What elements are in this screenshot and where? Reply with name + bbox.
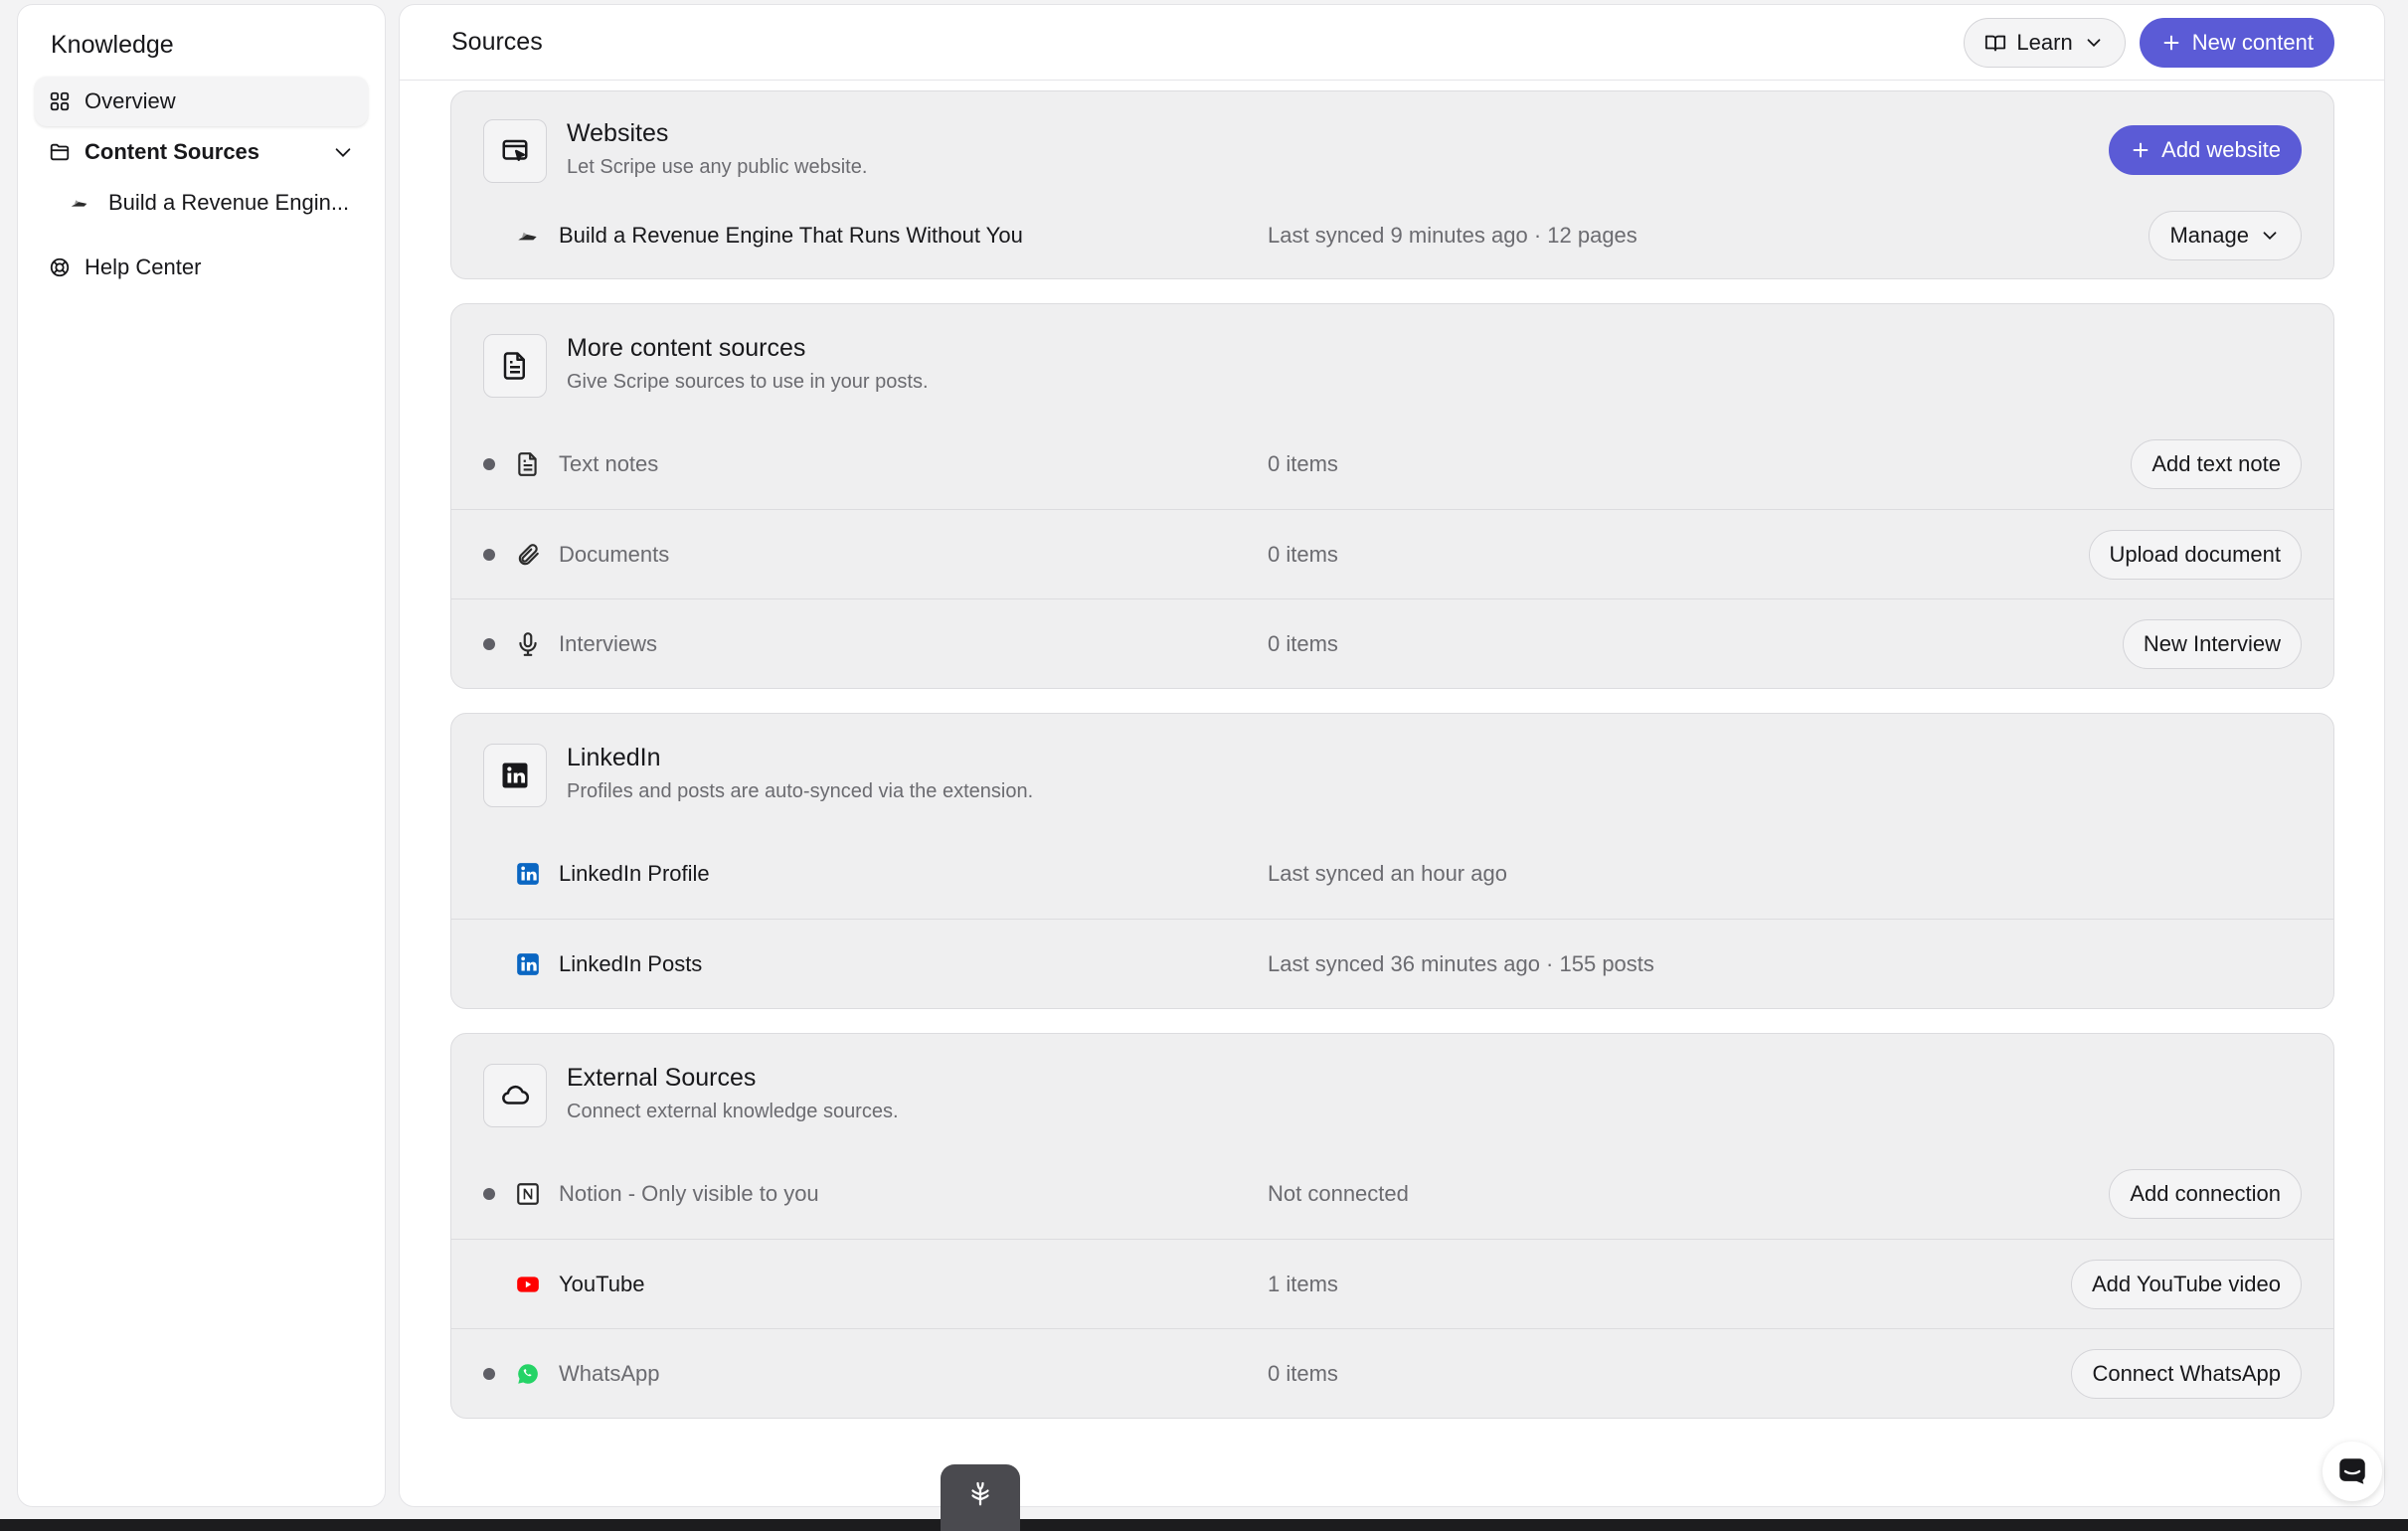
plus-icon xyxy=(2130,139,2151,161)
source-name: Documents xyxy=(559,541,670,567)
add-youtube-video-button[interactable]: Add YouTube video xyxy=(2070,1259,2302,1309)
sidebar-item-label: Overview xyxy=(85,88,176,113)
chevron-down-icon xyxy=(2259,225,2281,247)
microphone-icon xyxy=(515,631,541,657)
status-dot xyxy=(483,458,495,470)
site-favicon-icon xyxy=(515,223,541,249)
text-note-icon xyxy=(515,451,541,477)
app-window: Knowledge Overview Content Sources Build… xyxy=(0,0,2408,1531)
youtube-icon xyxy=(515,1272,541,1297)
document-icon xyxy=(483,334,547,398)
source-name: LinkedIn Posts xyxy=(559,950,703,976)
sidebar-title: Knowledge xyxy=(51,31,174,59)
list-item[interactable]: LinkedIn Profile Last synced an hour ago xyxy=(451,829,2333,919)
page-header: Sources Learn New content xyxy=(400,5,2384,81)
linkedin-card: LinkedIn Profiles and posts are auto-syn… xyxy=(450,713,2334,1009)
card-description: Give Scripe sources to use in your posts… xyxy=(567,371,929,393)
sidebar-item-label: Help Center xyxy=(85,255,202,279)
status-dot xyxy=(483,548,495,561)
notion-icon xyxy=(515,1181,541,1207)
wheat-logo-icon xyxy=(965,1478,995,1508)
cloud-icon xyxy=(483,1064,547,1127)
new-content-button[interactable]: New content xyxy=(2139,17,2334,68)
card-title: LinkedIn xyxy=(567,744,661,771)
source-name: Build a Revenue Engine That Runs Without… xyxy=(559,223,1023,248)
main-panel: Sources Learn New content Websites Let S… xyxy=(399,4,2385,1507)
source-meta: Last synced 9 minutes ago · 12 pages xyxy=(1268,223,1637,248)
linkedin-icon xyxy=(483,744,547,807)
sidebar-item-label: Build a Revenue Engin... xyxy=(108,190,350,215)
connect-whatsapp-button[interactable]: Connect WhatsApp xyxy=(2071,1348,2302,1399)
source-meta: 0 items xyxy=(1268,1360,1338,1386)
learn-label: Learn xyxy=(2016,29,2073,55)
source-meta: Last synced an hour ago xyxy=(1268,861,1507,886)
linkedin-icon xyxy=(515,861,541,887)
list-item[interactable]: WhatsApp 0 items Connect WhatsApp xyxy=(451,1328,2333,1418)
sources-content: Websites Let Scripe use any public websi… xyxy=(400,81,2384,1419)
source-meta: 0 items xyxy=(1268,541,1338,567)
upload-document-button[interactable]: Upload document xyxy=(2088,529,2302,580)
chat-launcher-button[interactable] xyxy=(2322,1442,2382,1501)
lifebuoy-icon xyxy=(49,256,71,278)
new-interview-button[interactable]: New Interview xyxy=(2122,618,2302,669)
sidebar-item-label: Content Sources xyxy=(85,139,260,164)
paperclip-icon xyxy=(515,542,541,568)
card-title: External Sources xyxy=(567,1064,757,1092)
status-dot xyxy=(483,1367,495,1380)
source-name: LinkedIn Profile xyxy=(559,861,710,886)
source-meta: 0 items xyxy=(1268,630,1338,656)
more-sources-card: More content sources Give Scripe sources… xyxy=(450,303,2334,689)
card-description: Connect external knowledge sources. xyxy=(567,1101,899,1122)
sidebar-item-content-sources[interactable]: Content Sources xyxy=(35,127,368,177)
list-item[interactable]: Text notes 0 items Add text note xyxy=(451,420,2333,509)
manage-button[interactable]: Manage xyxy=(2149,211,2302,260)
source-name: Text notes xyxy=(559,451,659,476)
status-dot xyxy=(483,637,495,650)
source-name: Interviews xyxy=(559,630,658,656)
dock-toggle-button[interactable] xyxy=(941,1464,1020,1531)
source-name: YouTube xyxy=(559,1271,645,1296)
list-item[interactable]: LinkedIn Posts Last synced 36 minutes ag… xyxy=(451,919,2333,1008)
external-sources-card: External Sources Connect external knowle… xyxy=(450,1033,2334,1419)
card-title: More content sources xyxy=(567,334,806,362)
site-favicon-icon xyxy=(69,192,90,214)
list-item[interactable]: Interviews 0 items New Interview xyxy=(451,598,2333,688)
add-text-note-button[interactable]: Add text note xyxy=(2131,439,2302,489)
grid-icon xyxy=(49,90,71,112)
new-content-label: New content xyxy=(2191,29,2314,55)
add-website-button[interactable]: Add website xyxy=(2109,125,2302,175)
source-meta: 0 items xyxy=(1268,451,1338,476)
add-connection-button[interactable]: Add connection xyxy=(2109,1169,2302,1219)
sidebar-item-website[interactable]: Build a Revenue Engin... xyxy=(35,178,368,228)
sidebar-item-overview[interactable]: Overview xyxy=(35,77,368,126)
source-name: Notion - Only visible to you xyxy=(559,1181,819,1206)
chevron-down-icon xyxy=(2083,32,2105,54)
card-title: Websites xyxy=(567,119,669,147)
source-meta: Not connected xyxy=(1268,1181,1409,1206)
folder-icon xyxy=(49,141,71,163)
browser-icon xyxy=(483,119,547,183)
source-meta: Last synced 36 minutes ago · 155 posts xyxy=(1268,950,1654,976)
page-title: Sources xyxy=(451,28,543,56)
list-item[interactable]: Notion - Only visible to you Not connect… xyxy=(451,1149,2333,1239)
list-item[interactable]: Build a Revenue Engine That Runs Without… xyxy=(451,203,2333,278)
chat-icon xyxy=(2335,1454,2369,1488)
source-name: WhatsApp xyxy=(559,1360,660,1386)
plus-icon xyxy=(2160,32,2182,54)
websites-card: Websites Let Scripe use any public websi… xyxy=(450,90,2334,279)
source-meta: 1 items xyxy=(1268,1271,1338,1296)
sidebar-item-help-center[interactable]: Help Center xyxy=(35,243,368,292)
add-website-label: Add website xyxy=(2161,137,2281,162)
card-description: Let Scripe use any public website. xyxy=(567,156,868,178)
list-item[interactable]: YouTube 1 items Add YouTube video xyxy=(451,1239,2333,1328)
chevron-down-icon[interactable] xyxy=(332,141,354,163)
learn-button[interactable]: Learn xyxy=(1964,17,2126,68)
linkedin-icon xyxy=(515,951,541,977)
sidebar: Knowledge Overview Content Sources Build… xyxy=(17,4,386,1507)
card-description: Profiles and posts are auto-synced via t… xyxy=(567,780,1034,802)
list-item[interactable]: Documents 0 items Upload document xyxy=(451,509,2333,598)
whatsapp-icon xyxy=(515,1361,541,1387)
status-dot xyxy=(483,1188,495,1200)
book-icon xyxy=(1984,32,2006,54)
